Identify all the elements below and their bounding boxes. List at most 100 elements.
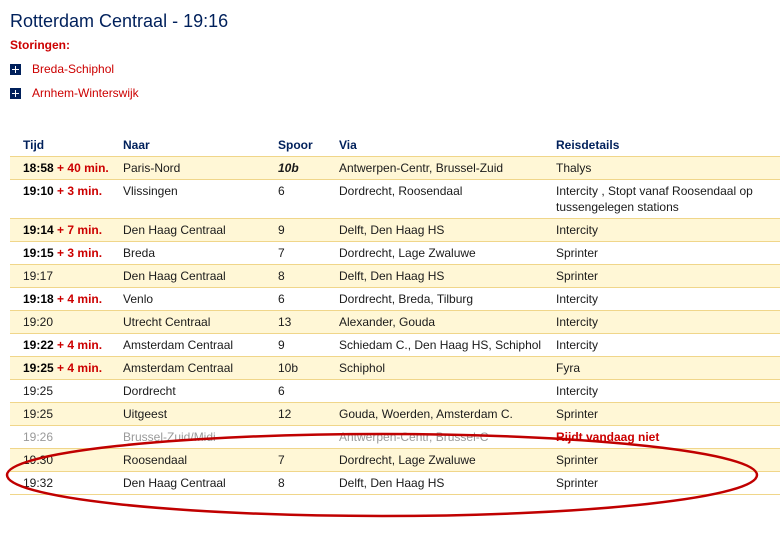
cell-destination: Amsterdam Centraal [123, 333, 278, 357]
delay-text: + 4 min. [57, 292, 103, 306]
table-row: 19:18 + 4 min. Venlo 6 Dordrecht, Breda, Ti… [10, 287, 780, 311]
departure-time: 19:30 [23, 453, 54, 467]
cell-via: Delft, Den Haag HS [339, 471, 556, 495]
col-header-naar: Naar [123, 134, 278, 157]
cell-time: 19:15 + 3 min. [10, 241, 123, 265]
departure-time: 19:25 [23, 384, 54, 398]
cell-details: Intercity [556, 287, 780, 311]
cell-via: Dordrecht, Roosendaal [339, 179, 556, 219]
table-row: 19:25 Uitgeest 12 Gouda, Woerden, Amsterdam… [10, 402, 780, 426]
cell-via: Antwerpen-Centr, Brussel-Zuid [339, 156, 556, 180]
cell-time: 19:26 [10, 425, 123, 449]
cell-time: 19:32 [10, 471, 123, 495]
cell-track: 10b [278, 356, 339, 380]
departure-time: 19:15 [23, 246, 54, 260]
departures-table: Tijd Naar Spoor Via Reisdetails 18:58 + … [10, 134, 780, 495]
delay-text: + 3 min. [57, 184, 103, 198]
disruption-label[interactable]: Breda-Schiphol [32, 62, 114, 76]
table-row: 19:14 + 7 min. Den Haag Centraal 9 Delft, D… [10, 218, 780, 242]
cell-details: Thalys [556, 156, 780, 180]
col-header-reisdetails: Reisdetails [556, 134, 780, 157]
cell-track: 8 [278, 471, 339, 495]
cell-time: 19:10 + 3 min. [10, 179, 123, 219]
cell-details: Sprinter [556, 402, 780, 426]
disruption-breda-schiphol[interactable]: Breda-Schiphol [10, 61, 114, 77]
cell-time: 19:14 + 7 min. [10, 218, 123, 242]
cell-destination: Amsterdam Centraal [123, 356, 278, 380]
cell-track: 10b [278, 156, 339, 180]
cell-track: 7 [278, 241, 339, 265]
cell-destination: Venlo [123, 287, 278, 311]
cell-via: Dordrecht, Breda, Tilburg [339, 287, 556, 311]
delay-text: + 40 min. [57, 161, 109, 175]
departure-time: 19:18 [23, 292, 54, 306]
cell-details: Sprinter [556, 241, 780, 265]
cell-details: Intercity [556, 333, 780, 357]
cell-time: 19:20 [10, 310, 123, 334]
expand-plus-icon[interactable] [10, 63, 21, 75]
cell-via: Dordrecht, Lage Zwaluwe [339, 448, 556, 472]
cell-destination: Uitgeest [123, 402, 278, 426]
departure-time: 19:22 [23, 338, 54, 352]
cell-details: Rijdt vandaag niet [556, 425, 780, 449]
expand-plus-icon[interactable] [10, 87, 21, 99]
cell-time: 19:25 [10, 379, 123, 403]
cell-via: Gouda, Woerden, Amsterdam C. [339, 402, 556, 426]
table-header-row: Tijd Naar Spoor Via Reisdetails [10, 134, 780, 157]
cell-track: 9 [278, 333, 339, 357]
cell-details: Intercity [556, 218, 780, 242]
cell-destination: Brussel-Zuid/Midi [123, 425, 278, 449]
delay-text: + 4 min. [57, 361, 103, 375]
cell-via: Dordrecht, Lage Zwaluwe [339, 241, 556, 265]
cell-details: Fyra [556, 356, 780, 380]
col-header-via: Via [339, 134, 556, 157]
cell-time: 19:25 + 4 min. [10, 356, 123, 380]
cell-track: 6 [278, 287, 339, 311]
table-row: 19:20 Utrecht Centraal 13 Alexander, Gouda I… [10, 310, 780, 334]
cell-destination: Roosendaal [123, 448, 278, 472]
departure-time: 19:10 [23, 184, 54, 198]
departure-time: 19:25 [23, 407, 54, 421]
disruption-arnhem-winterswijk[interactable]: Arnhem-Winterswijk [10, 85, 139, 101]
cell-track: 6 [278, 379, 339, 403]
cell-via: Schiphol [339, 356, 556, 380]
cell-details: Sprinter [556, 264, 780, 288]
cell-details: Intercity [556, 379, 780, 403]
col-header-tijd: Tijd [10, 134, 123, 157]
departure-time: 19:14 [23, 223, 54, 237]
cell-time: 19:30 [10, 448, 123, 472]
table-row: 19:25 Dordrecht 6 Intercity [10, 379, 780, 403]
cell-track: 7 [278, 448, 339, 472]
table-row: 19:15 + 3 min. Breda 7 Dordrecht, Lage Zwal… [10, 241, 780, 265]
cell-details: Intercity [556, 310, 780, 334]
departure-time: 19:26 [23, 430, 54, 444]
table-row: 19:30 Roosendaal 7 Dordrecht, Lage Zwaluwe S… [10, 448, 780, 472]
cell-destination: Vlissingen [123, 179, 278, 219]
departure-time: 19:20 [23, 315, 54, 329]
table-row: 19:32 Den Haag Centraal 8 Delft, Den Haag H… [10, 471, 780, 495]
cell-destination: Den Haag Centraal [123, 471, 278, 495]
cell-destination: Paris-Nord [123, 156, 278, 180]
delay-text: + 7 min. [57, 223, 103, 237]
cell-time: 19:18 + 4 min. [10, 287, 123, 311]
departure-time: 18:58 [23, 161, 54, 175]
table-row: 19:10 + 3 min. Vlissingen 6 Dordrecht, Roos… [10, 179, 780, 219]
cell-via [339, 379, 556, 403]
cell-via: Antwerpen-Centr, Brussel-C [339, 425, 556, 449]
cell-track: 6 [278, 179, 339, 219]
cell-destination: Breda [123, 241, 278, 265]
cell-via: Alexander, Gouda [339, 310, 556, 334]
cell-details: Intercity , Stopt vanaf Roosendaal op tu… [556, 179, 780, 219]
cell-destination: Den Haag Centraal [123, 264, 278, 288]
disruption-label[interactable]: Arnhem-Winterswijk [32, 86, 139, 100]
col-header-spoor: Spoor [278, 134, 339, 157]
cell-track [278, 425, 339, 449]
table-row: 18:58 + 40 min. Paris-Nord 10b Antwerpen-Ce… [10, 156, 780, 180]
cell-track: 13 [278, 310, 339, 334]
departure-time: 19:17 [23, 269, 54, 283]
table-row: 19:26 Brussel-Zuid/Midi Antwerpen-Centr, B… [10, 425, 780, 449]
delay-text: + 3 min. [57, 246, 103, 260]
table-row: 19:22 + 4 min. Amsterdam Centraal 9 Schieda… [10, 333, 780, 357]
delay-text: + 4 min. [57, 338, 103, 352]
cell-destination: Dordrecht [123, 379, 278, 403]
